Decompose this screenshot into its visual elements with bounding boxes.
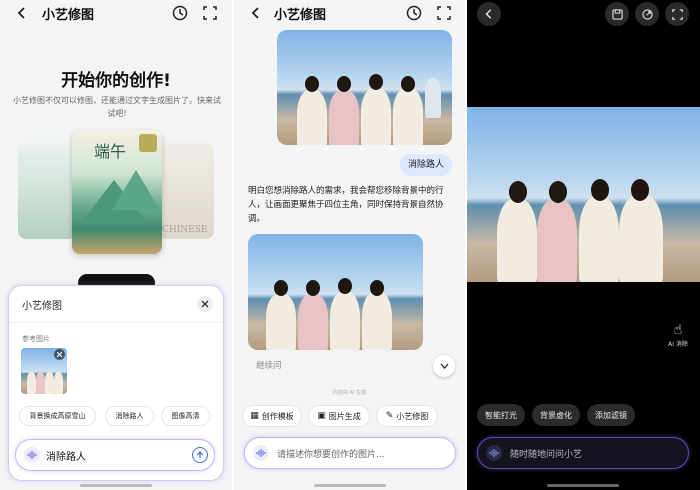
user-message: 消除路人	[400, 154, 453, 176]
fullscreen-icon[interactable]	[665, 2, 689, 26]
suggestion-chip[interactable]: 背景换成高原雪山	[19, 406, 96, 426]
edited-photo[interactable]	[467, 107, 700, 282]
tool-image-gen[interactable]: ▣ 图片生成	[308, 405, 370, 427]
remove-thumbnail-icon[interactable]	[54, 349, 65, 360]
template-card-left[interactable]	[18, 143, 76, 239]
eraser-hand-icon: ☝	[673, 322, 683, 338]
sheet-divider	[9, 322, 222, 323]
prompt-input[interactable]: 消除路人	[15, 439, 215, 471]
history-icon[interactable]	[402, 1, 426, 25]
suggestion-chip[interactable]: 消除路人	[105, 406, 154, 426]
prompt-placeholder: 请描述你想要创作的图片...	[277, 449, 385, 460]
back-icon[interactable]	[244, 1, 268, 25]
home-indicator	[547, 484, 619, 487]
tool-smart-light[interactable]: 智能打光	[477, 404, 525, 426]
history-icon[interactable]	[168, 1, 192, 25]
tool-label: 创作模板	[261, 411, 294, 421]
hero-title: 开始你的创作!	[61, 71, 171, 91]
panel-chat: 小艺修图 消除路人 明白您想消除路人的需求，我会帮您移除背景中的行人，让画面更聚…	[234, 0, 465, 490]
save-icon[interactable]	[605, 2, 629, 26]
ask-input[interactable]: 随时随地问问小艺	[477, 437, 689, 469]
result-photo[interactable]	[248, 234, 423, 350]
template-card-title: 端午	[94, 142, 127, 161]
bottom-sheet: 小艺修图 参考图片 背景换成高原雪山 消除路人 图像高清 消除路人	[8, 285, 224, 481]
share-icon[interactable]	[635, 2, 659, 26]
back-icon[interactable]	[10, 1, 34, 25]
close-icon[interactable]	[197, 296, 213, 312]
scroll-down-button[interactable]	[433, 355, 455, 377]
tool-templates[interactable]: ▦ 创作模板	[242, 405, 302, 427]
mountain-shape	[112, 170, 160, 210]
send-icon[interactable]	[192, 447, 208, 463]
voice-icon[interactable]	[253, 445, 269, 461]
template-card-right[interactable]: CHINESE	[158, 143, 214, 239]
sheet-title: 小艺修图	[22, 301, 62, 312]
uploaded-photo[interactable]	[277, 30, 452, 145]
panel-viewer: ☝ AI 消除 智能打光 背景虚化 添加滤镜 随时随地问问小艺	[467, 0, 700, 490]
voice-icon[interactable]	[24, 447, 40, 463]
panel-create: 小艺修图 开始你的创作! 小艺修图不仅可以修图，还能通过文字生成图片了。快来试试…	[0, 0, 232, 490]
reference-label: 参考图片	[22, 335, 50, 343]
image-icon: ▣	[317, 411, 326, 421]
assistant-reply: 明白您想消除路人的需求，我会帮您移除背景中的行人，让画面更聚焦于四位主角，同时保…	[248, 186, 444, 224]
voice-icon[interactable]	[486, 445, 502, 461]
ai-erase-label: AI 消除	[668, 341, 688, 348]
prompt-input-text: 消除路人	[46, 451, 86, 463]
prompt-input[interactable]: 请描述你想要创作的图片...	[244, 437, 456, 469]
home-indicator	[80, 484, 152, 487]
wand-icon: ✎	[385, 411, 394, 421]
tool-add-filter[interactable]: 添加滤镜	[587, 404, 635, 426]
template-card-stamp	[139, 134, 157, 152]
template-card-center[interactable]: 端午	[72, 130, 162, 254]
tool-label: 图片生成	[328, 411, 361, 421]
back-icon[interactable]	[477, 2, 501, 26]
template-icon: ▦	[250, 411, 259, 421]
fullscreen-icon[interactable]	[198, 1, 222, 25]
page-title: 小艺修图	[42, 8, 95, 23]
tool-label: 小艺修图	[396, 411, 429, 421]
ask-placeholder: 随时随地问问小艺	[510, 449, 583, 460]
template-card-side-text: CHINESE	[162, 225, 208, 235]
tool-background-blur[interactable]: 背景虚化	[532, 404, 580, 426]
ai-generated-note: 内容由 AI 生成	[332, 390, 367, 396]
suggestion-chip[interactable]: 图像高清	[161, 406, 210, 426]
fullscreen-icon[interactable]	[432, 1, 456, 25]
tool-photo-edit[interactable]: ✎ 小艺修图	[376, 405, 438, 427]
home-indicator	[314, 484, 386, 487]
ai-erase-tool[interactable]: ☝ AI 消除	[663, 322, 693, 348]
hero-description: 小艺修图不仅可以修图，还能通过文字生成图片了。快来试试吧!	[13, 96, 221, 118]
followup-label[interactable]: 继续问	[256, 359, 282, 371]
page-title: 小艺修图	[274, 8, 327, 23]
